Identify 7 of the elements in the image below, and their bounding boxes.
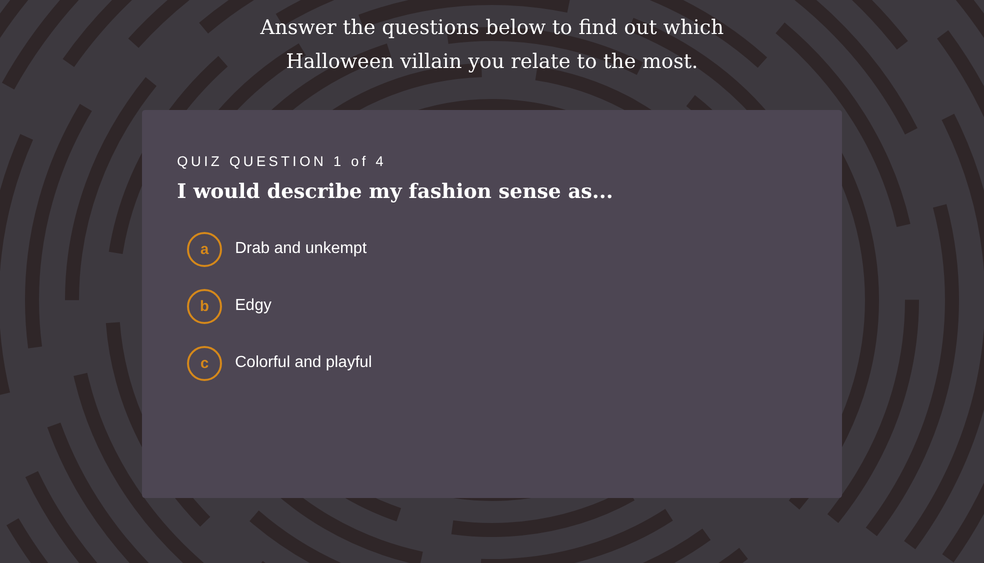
- intro-text: Answer the questions below to find out which: [260, 14, 724, 41]
- option-label[interactable]: Edgy: [235, 297, 272, 315]
- intro-text: Halloween villain you relate to the most.: [284, 48, 699, 75]
- option-label[interactable]: Colorful and playful: [235, 354, 372, 372]
- question-text: I would describe my fashion sense as...: [177, 179, 614, 203]
- option-label[interactable]: Drab and unkempt: [235, 240, 367, 258]
- question-counter: QUIZ QUESTION 1 of 4: [177, 153, 388, 169]
